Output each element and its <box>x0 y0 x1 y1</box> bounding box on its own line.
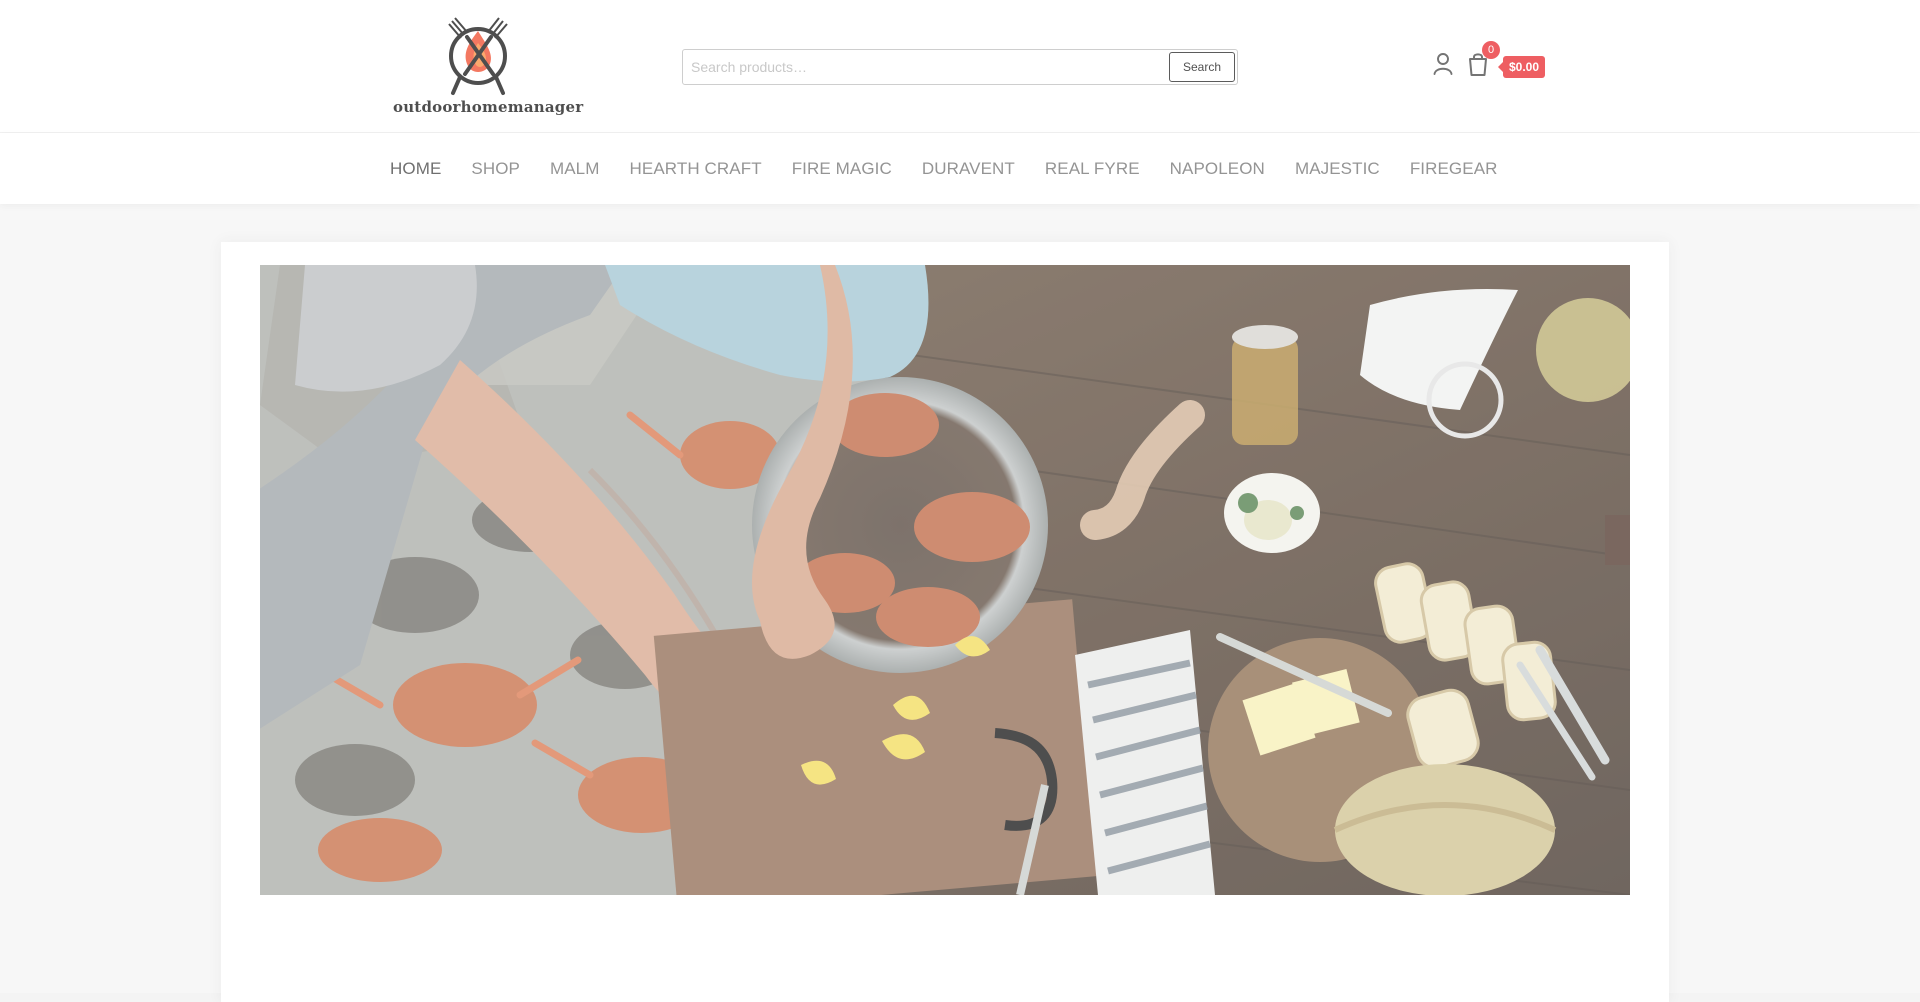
logo-text: outdoorhomemanager <box>393 98 584 116</box>
site-logo[interactable]: outdoorhomemanager <box>390 16 584 120</box>
nav-item-majestic[interactable]: MAJESTIC <box>1295 159 1380 179</box>
nav-item-fire-magic[interactable]: FIRE MAGIC <box>792 159 892 179</box>
user-icon[interactable] <box>1432 52 1454 76</box>
content-card <box>221 242 1669 1002</box>
search-input[interactable] <box>691 52 1161 82</box>
nav-item-firegear[interactable]: FIREGEAR <box>1410 159 1498 179</box>
nav-item-hearth-craft[interactable]: HEARTH CRAFT <box>630 159 762 179</box>
nav-item-duravent[interactable]: DURAVENT <box>922 159 1015 179</box>
nav-item-napoleon[interactable]: NAPOLEON <box>1170 159 1265 179</box>
crab-feast-photo <box>260 265 1630 895</box>
main-navigation: HOME SHOP MALM HEARTH CRAFT FIRE MAGIC D… <box>0 133 1920 204</box>
nav-menu: HOME SHOP MALM HEARTH CRAFT FIRE MAGIC D… <box>390 133 1528 204</box>
site-header: outdoorhomemanager Search 0 $0.00 <box>0 0 1920 133</box>
cart-total-badge[interactable]: $0.00 <box>1497 56 1546 78</box>
hero-image <box>260 265 1630 895</box>
search-form: Search <box>682 49 1238 85</box>
nav-item-malm[interactable]: MALM <box>550 159 600 179</box>
nav-item-home[interactable]: HOME <box>390 159 441 179</box>
cart-count-badge: 0 <box>1482 41 1500 59</box>
nav-item-shop[interactable]: SHOP <box>471 159 520 179</box>
grill-flame-logo-icon <box>448 17 508 95</box>
nav-item-real-fyre[interactable]: REAL FYRE <box>1045 159 1140 179</box>
search-button[interactable]: Search <box>1169 52 1235 82</box>
